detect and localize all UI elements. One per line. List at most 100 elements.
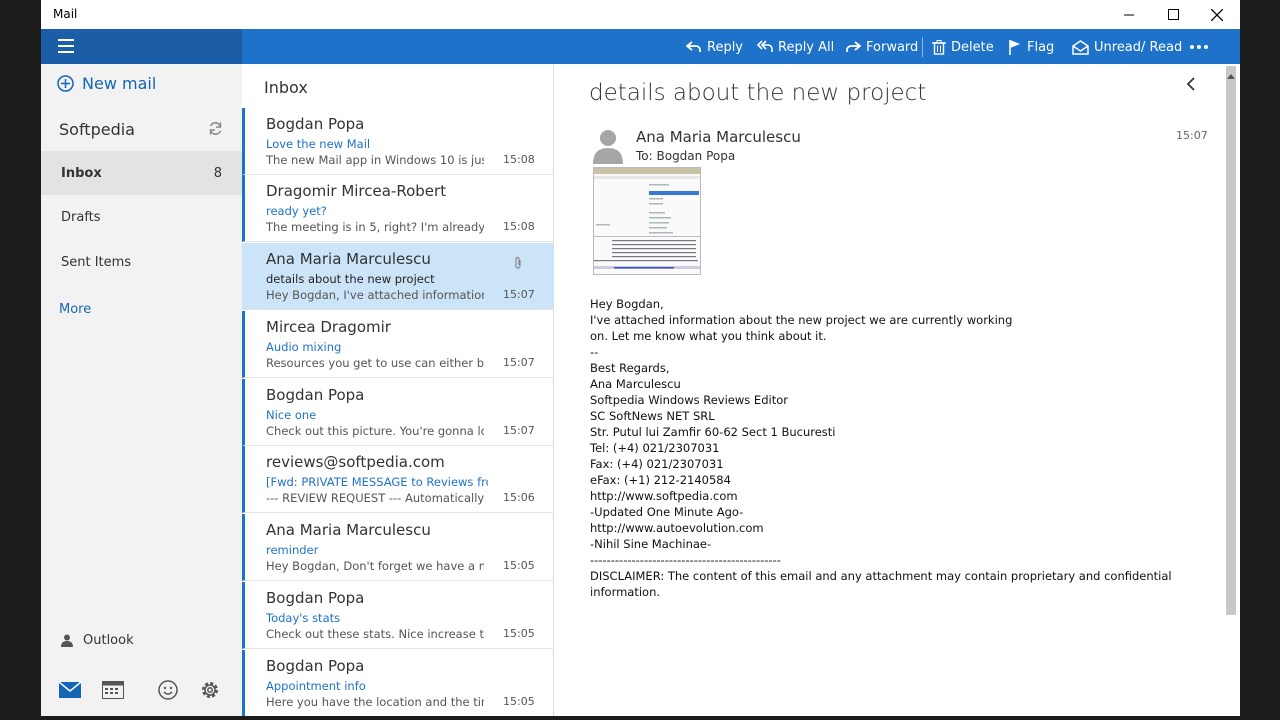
sidebar-item-drafts[interactable]: Drafts [41,195,242,239]
delete-button[interactable]: Delete [932,37,994,57]
feedback-smiley-icon[interactable] [155,678,181,702]
message-subject: [Fwd: PRIVATE MESSAGE to Reviews from M [266,475,488,489]
message-sender: Bogdan Popa [266,589,365,607]
attachment-paperclip-icon [513,255,523,274]
body-paragraph: SC SoftNews NET SRL Str. Putul lui Zamfi… [590,409,836,439]
app-switcher [41,668,242,712]
envelope-open-icon [1072,39,1089,55]
message-time: 15:06 [503,491,535,504]
unread-read-label: Unread/ Read [1094,39,1183,55]
message-subject: reminder [266,543,319,557]
title-bar: Mail [41,0,1240,29]
message-preview: Check out these stats. Nice increase tod… [266,627,484,641]
message-time: 15:07 [503,288,535,301]
message-time: 15:05 [503,695,535,708]
avatar [592,128,624,164]
message-time: 15:05 [503,559,535,572]
left-header [41,29,242,64]
outlook-account-item[interactable]: Outlook [41,624,242,656]
forward-icon [846,41,861,52]
attachment-thumbnail[interactable] [593,167,701,275]
flag-label: Flag [1027,39,1055,55]
message-subject: Nice one [266,408,317,422]
chevron-left-icon[interactable] [1185,76,1197,95]
mail-window: Mail Reply Reply All Forward Delete Flag… [41,0,1240,716]
sync-icon[interactable] [208,121,223,140]
message-time: 15:08 [503,220,535,233]
message-item[interactable]: Bogdan Popa Nice one Check out this pict… [242,379,554,446]
folder-label: Sent Items [61,254,132,270]
message-preview: Hey Bogdan, I've attached information ab… [266,288,484,302]
body-disclaimer: ----------------------------------------… [590,553,1172,599]
message-sender: reviews@softpedia.com [266,453,445,471]
message-subject: Today's stats [266,611,341,625]
reply-all-button[interactable]: Reply All [757,37,834,57]
email-time: 15:07 [1176,129,1208,142]
mail-icon[interactable] [57,678,83,702]
outlook-label: Outlook [83,632,134,648]
body-paragraph: Tel: (+4) 021/2307031 Fax: (+4) 021/2307… [590,441,731,487]
message-preview: --- REVIEW REQUEST --- Automatically for [266,491,484,505]
reading-pane: details about the new project Ana Maria … [554,64,1240,716]
message-sender: Mircea Dragomir [266,318,391,336]
plus-circle-icon [57,75,74,92]
minimize-button[interactable] [1107,0,1151,29]
new-mail-button[interactable]: New mail [57,74,156,93]
body-link[interactable]: http://www.autoevolution.com -Nihil Sine… [590,520,1210,552]
settings-gear-icon[interactable] [197,678,223,702]
toolbar-divider [922,37,923,57]
reply-button[interactable]: Reply [686,37,743,57]
message-item[interactable]: Ana Maria Marculescu reminder Hey Bogdan… [242,514,554,581]
forward-button[interactable]: Forward [845,37,918,57]
message-item[interactable]: Bogdan Popa Love the new Mail The new Ma… [242,108,554,175]
flag-button[interactable]: Flag [1008,37,1054,57]
sidebar: New mail Softpedia Inbox 8 Drafts Sent I… [41,64,242,716]
message-time: 15:05 [503,627,535,640]
body-paragraph: Hey Bogdan, [590,297,664,311]
message-time: 15:07 [503,356,535,369]
message-sender: Bogdan Popa [266,657,365,675]
sidebar-item-sent[interactable]: Sent Items [41,240,242,284]
person-icon [61,634,73,647]
message-preview: The meeting is in 5, right? I'm already … [266,220,484,234]
message-item-selected[interactable]: Ana Maria Marculescu details about the n… [242,243,554,310]
reply-label: Reply [707,39,744,55]
scroll-up-arrow-icon[interactable] [1227,64,1235,83]
forward-label: Forward [866,39,919,55]
scrollbar[interactable] [1226,66,1236,615]
reply-icon [686,41,701,52]
message-sender: Ana Maria Marculescu [266,250,431,268]
unread-read-button[interactable]: Unread/ Read [1072,37,1182,57]
hamburger-menu-icon[interactable] [58,39,74,53]
body-link[interactable]: http://www.softpedia.com -Updated One Mi… [590,488,1210,520]
sidebar-item-inbox[interactable]: Inbox 8 [41,151,242,195]
message-time: 15:08 [503,153,535,166]
maximize-button[interactable] [1151,0,1195,29]
message-item[interactable]: reviews@softpedia.com [Fwd: PRIVATE MESS… [242,446,554,513]
account-name[interactable]: Softpedia [59,120,135,139]
trash-icon [932,39,946,55]
message-item[interactable]: Bogdan Popa Appointment info Here you ha… [242,650,554,716]
message-item[interactable]: Mircea Dragomir Audio mixing Resources y… [242,311,554,378]
window-title: Mail [53,7,78,21]
message-sender: Ana Maria Marculescu [266,521,431,539]
email-subject: details about the new project [589,80,927,106]
delete-label: Delete [951,39,994,55]
message-preview: Check out this picture. You're gonna lov… [266,424,484,438]
close-button[interactable] [1195,0,1239,29]
calendar-icon[interactable] [100,678,126,702]
message-item[interactable]: Dragomir Mircea-Robert ready yet? The me… [242,175,554,242]
message-preview: Resources you get to use can either be p… [266,356,484,370]
message-time: 15:07 [503,424,535,437]
list-header-bar [242,29,733,64]
ellipsis-icon [1190,45,1208,49]
folder-label: Inbox [61,165,102,181]
flag-icon [1009,40,1020,55]
unread-count: 8 [213,165,222,181]
message-item[interactable]: Bogdan Popa Today's stats Check out thes… [242,582,554,649]
body-paragraph: Softpedia Windows Reviews Editor [590,393,788,407]
more-actions-button[interactable] [1189,37,1209,57]
more-folders-link[interactable]: More [59,302,91,317]
reply-all-icon [757,40,773,52]
sender-name[interactable]: Ana Maria Marculescu [636,128,801,146]
